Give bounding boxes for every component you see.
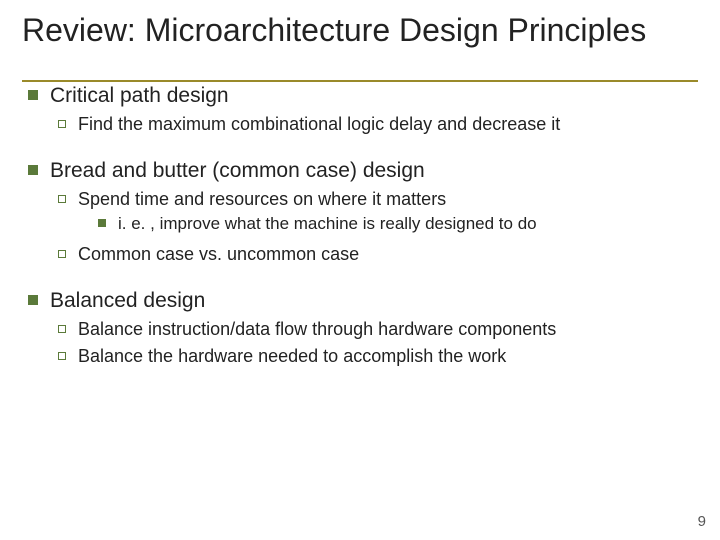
bullet-text: Balance instruction/data flow through ha… <box>78 319 556 339</box>
hollow-square-icon <box>58 325 66 333</box>
bullet-level3: i. e. , improve what the machine is real… <box>22 214 698 234</box>
square-bullet-icon <box>28 295 38 305</box>
spacer <box>22 137 698 159</box>
bullet-level1: Balanced design <box>22 289 698 313</box>
bullet-text: Common case vs. uncommon case <box>78 244 359 264</box>
bullet-text: i. e. , improve what the machine is real… <box>118 214 537 233</box>
title-underline <box>22 80 698 82</box>
bullet-level2: Find the maximum combinational logic del… <box>22 114 698 135</box>
hollow-square-icon <box>58 250 66 258</box>
slide-body: Critical path design Find the maximum co… <box>22 84 698 367</box>
page-number: 9 <box>698 513 706 530</box>
bullet-text: Critical path design <box>50 84 229 107</box>
bullet-level1: Critical path design <box>22 84 698 108</box>
slide: Review: Microarchitecture Design Princip… <box>0 0 720 540</box>
bullet-text: Bread and butter (common case) design <box>50 159 425 182</box>
bullet-level2: Balance the hardware needed to accomplis… <box>22 346 698 367</box>
bullet-level2: Spend time and resources on where it mat… <box>22 189 698 210</box>
hollow-square-icon <box>58 195 66 203</box>
bullet-text: Spend time and resources on where it mat… <box>78 189 446 209</box>
bullet-level1: Bread and butter (common case) design <box>22 159 698 183</box>
slide-title: Review: Microarchitecture Design Princip… <box>22 12 698 49</box>
square-bullet-icon <box>28 165 38 175</box>
small-square-icon <box>98 219 106 227</box>
bullet-level2: Common case vs. uncommon case <box>22 244 698 265</box>
square-bullet-icon <box>28 90 38 100</box>
bullet-text: Find the maximum combinational logic del… <box>78 114 560 134</box>
bullet-level2: Balance instruction/data flow through ha… <box>22 319 698 340</box>
hollow-square-icon <box>58 352 66 360</box>
bullet-text: Balanced design <box>50 289 205 312</box>
hollow-square-icon <box>58 120 66 128</box>
spacer <box>22 267 698 289</box>
bullet-text: Balance the hardware needed to accomplis… <box>78 346 506 366</box>
